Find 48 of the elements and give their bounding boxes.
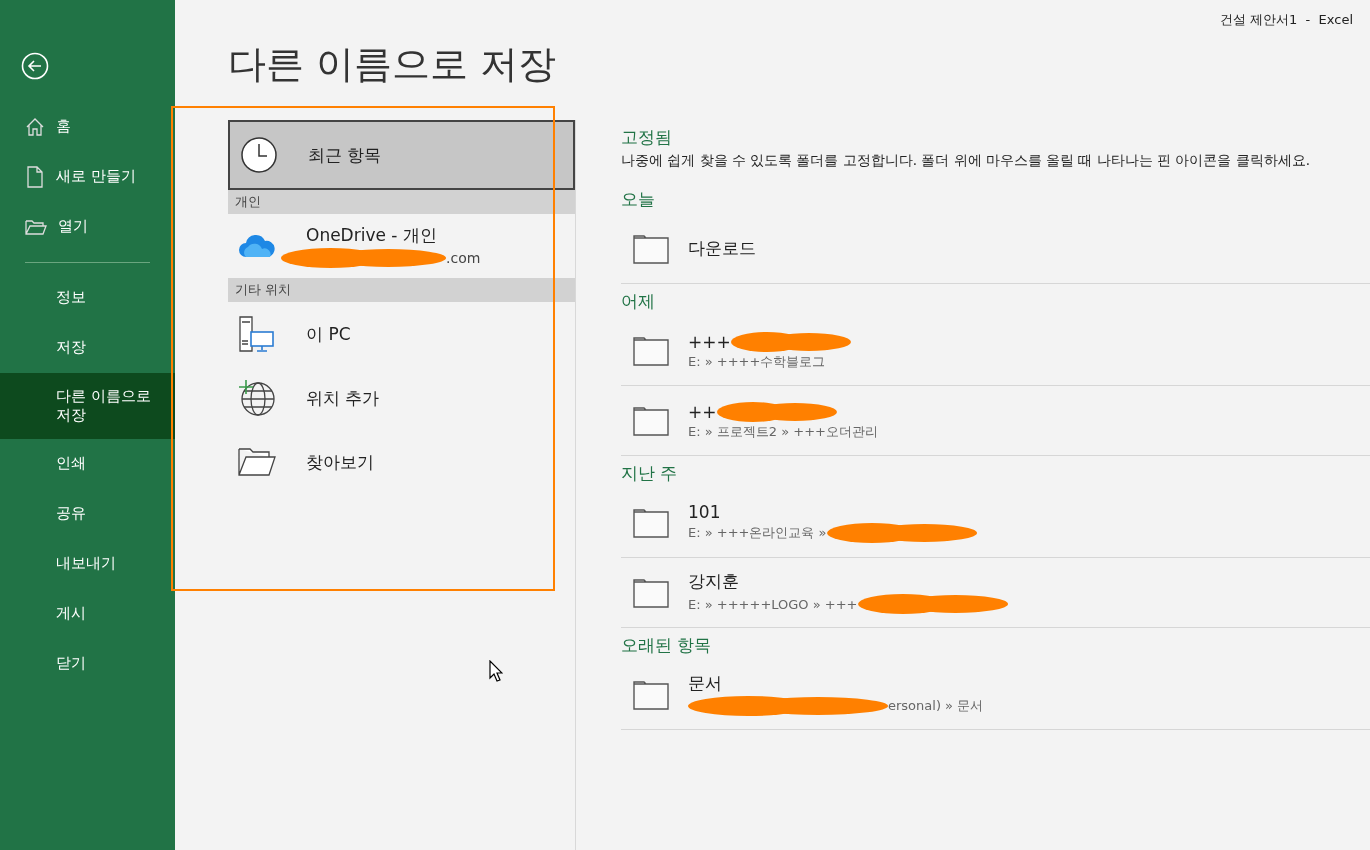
location-item[interactable]: 찾아보기 xyxy=(228,430,575,494)
cursor-icon xyxy=(489,660,503,682)
sidebar-item[interactable]: 새로 만들기 xyxy=(0,152,175,202)
folder-row[interactable]: 101 E: » +++온라인교육 » xyxy=(621,488,1370,558)
sidebar-item[interactable]: 내보내기 xyxy=(0,539,175,589)
page-title: 다른 이름으로 저장 xyxy=(228,41,558,88)
sidebar-item[interactable]: 열기 xyxy=(0,202,175,252)
section-title: 오래된 항목 xyxy=(621,634,713,657)
clock-icon xyxy=(240,136,278,174)
folder-icon xyxy=(633,405,669,436)
folder-icon xyxy=(25,218,47,236)
folder-row[interactable]: ++ E: » 프로젝트2 » +++오더관리 xyxy=(621,386,1370,456)
folder-icon xyxy=(633,233,669,264)
sidebar-item[interactable]: 저장 xyxy=(0,323,175,373)
section-title: 오늘 xyxy=(621,188,656,211)
sidebar-item[interactable]: 인쇄 xyxy=(0,439,175,489)
location-item[interactable]: 이 PC xyxy=(228,302,575,366)
folder-icon xyxy=(633,679,669,710)
window-title: 건설 제안서1 - Excel xyxy=(1219,11,1353,29)
folder-row[interactable]: 강지훈 E: » +++++LOGO » +++ xyxy=(621,558,1370,628)
sidebar-item[interactable]: 공유 xyxy=(0,489,175,539)
folder-icon xyxy=(633,577,669,608)
home-icon xyxy=(25,117,45,137)
computer-icon xyxy=(238,315,276,353)
section-title: 지난 주 xyxy=(621,462,679,485)
folder-icon xyxy=(633,335,669,366)
folder-row[interactable]: 문서 ersonal) » 문서 xyxy=(621,660,1370,730)
cloud-icon xyxy=(238,233,276,259)
sidebar-item[interactable]: 홈 xyxy=(0,102,175,152)
sidebar-item[interactable]: 다른 이름으로 저장 xyxy=(0,373,175,439)
folder-row[interactable]: +++ E: » ++++수학블로그 xyxy=(621,316,1370,386)
location-item[interactable]: OneDrive - 개인 .com xyxy=(228,214,575,278)
sidebar-item[interactable]: 게시 xyxy=(0,589,175,639)
location-item[interactable]: 최근 항목 xyxy=(228,120,575,190)
section-title: 어제 xyxy=(621,290,656,313)
section-header: 기타 위치 xyxy=(235,281,292,299)
location-item[interactable]: 위치 추가 xyxy=(228,366,575,430)
pinned-hint: 나중에 쉽게 찾을 수 있도록 폴더를 고정합니다. 폴더 위에 마우스를 올릴 때 나타나는 핀 아이콘을 클릭하세요. xyxy=(621,152,1311,170)
globe-plus-icon xyxy=(238,379,276,417)
back-button[interactable] xyxy=(21,52,49,80)
section-header: 개인 xyxy=(235,193,261,211)
section-title: 고정됨 xyxy=(621,126,673,149)
folder-icon xyxy=(633,507,669,538)
sidebar-item[interactable]: 정보 xyxy=(0,273,175,323)
document-icon xyxy=(25,166,45,188)
folder-row[interactable]: 다운로드 xyxy=(621,214,1370,284)
sidebar-item[interactable]: 닫기 xyxy=(0,639,175,689)
folder-icon xyxy=(238,447,276,477)
